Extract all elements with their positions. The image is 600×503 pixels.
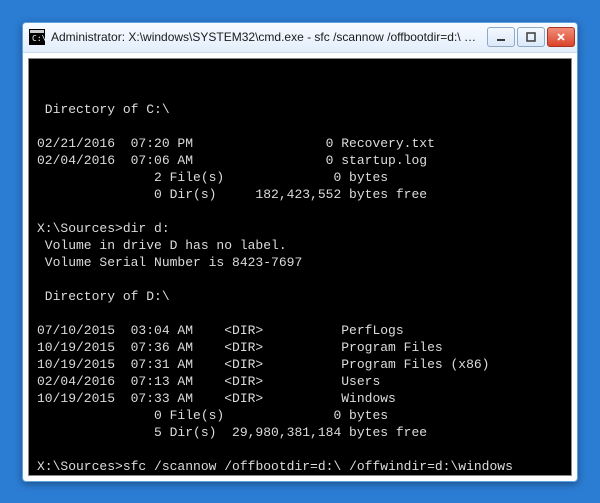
output-line: 10/19/2015 07:33 AM <DIR> Windows	[37, 391, 396, 406]
output-line: 02/04/2016 07:13 AM <DIR> Users	[37, 374, 380, 389]
output-line: 02/21/2016 07:20 PM 0 Recovery.txt	[37, 136, 435, 151]
sfc-command: sfc /scannow /offbootdir=d:\ /offwindir=…	[123, 458, 513, 475]
maximize-button[interactable]	[517, 27, 545, 47]
cmd-icon: C:\	[29, 29, 45, 45]
output-line: Directory of C:\	[37, 102, 170, 117]
output-line: Volume Serial Number is 8423-7697	[37, 255, 302, 270]
output-line: 2 File(s) 0 bytes	[37, 170, 388, 185]
output-line: 10/19/2015 07:36 AM <DIR> Program Files	[37, 340, 443, 355]
terminal-output[interactable]: Directory of C:\ 02/21/2016 07:20 PM 0 R…	[28, 58, 572, 476]
output-line	[37, 306, 45, 321]
output-line	[37, 442, 45, 457]
output-line	[37, 85, 45, 100]
output-line: 07/10/2015 03:04 AM <DIR> PerfLogs	[37, 323, 404, 338]
minimize-button[interactable]	[487, 27, 515, 47]
window-title: Administrator: X:\windows\SYSTEM32\cmd.e…	[51, 30, 479, 44]
cmd-window: C:\ Administrator: X:\windows\SYSTEM32\c…	[22, 22, 578, 482]
output-line	[37, 119, 45, 134]
output-line: X:\Sources>dir d:	[37, 221, 170, 236]
output-line: 10/19/2015 07:31 AM <DIR> Program Files …	[37, 357, 489, 372]
close-button[interactable]	[547, 27, 575, 47]
output-line: Directory of D:\	[37, 289, 170, 304]
output-line	[37, 204, 45, 219]
prompt: X:\Sources>	[37, 459, 123, 474]
output-line: 0 Dir(s) 182,423,552 bytes free	[37, 187, 427, 202]
output-line	[37, 272, 45, 287]
output-line: 02/04/2016 07:06 AM 0 startup.log	[37, 153, 427, 168]
output-line: 0 File(s) 0 bytes	[37, 408, 388, 423]
output-line: Volume in drive D has no label.	[37, 238, 287, 253]
window-controls	[485, 27, 575, 47]
titlebar[interactable]: C:\ Administrator: X:\windows\SYSTEM32\c…	[23, 23, 577, 53]
svg-text:C:\: C:\	[32, 34, 45, 43]
output-line: 5 Dir(s) 29,980,381,184 bytes free	[37, 425, 427, 440]
